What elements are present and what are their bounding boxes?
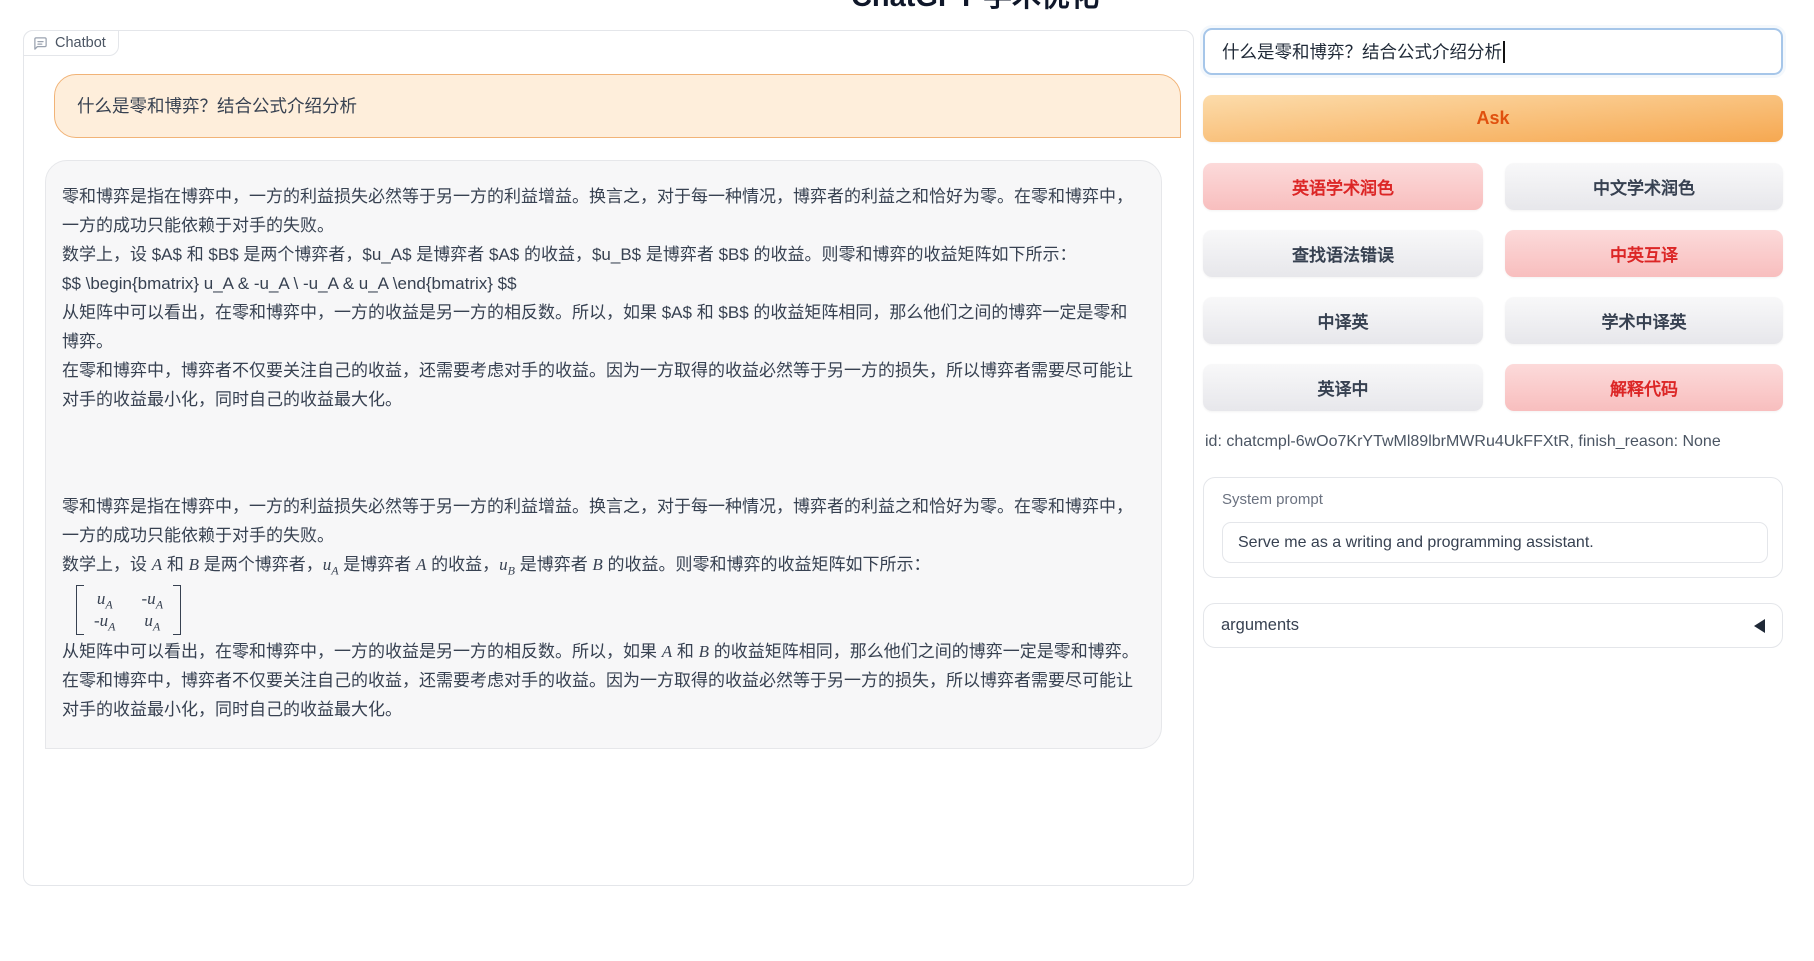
chat-bubble-icon xyxy=(33,36,48,51)
bot-raw-paragraph: 零和博弈是指在博弈中，一方的利益损失必然等于另一方的利益增益。换言之，对于每一种… xyxy=(62,182,1143,240)
bot-raw-formula: $$ \begin{bmatrix} u_A & -u_A \ -u_A & u… xyxy=(62,269,1143,298)
prompt-input[interactable]: 什么是零和博弈？结合公式介绍分析 xyxy=(1203,28,1783,75)
bot-raw-paragraph: 从矩阵中可以看出，在零和博弈中，一方的收益是另一方的相反数。所以，如果 $A$ … xyxy=(62,298,1143,356)
system-prompt-label: System prompt xyxy=(1222,491,1323,508)
ask-button[interactable]: Ask xyxy=(1203,95,1783,142)
matrix-cell: -uA xyxy=(94,611,116,631)
bot-rendered-paragraph: 在零和博弈中，博弈者不仅要关注自己的收益，还需要考虑对手的收益。因为一方取得的收… xyxy=(62,666,1143,724)
chat-message-area[interactable]: 什么是零和博弈？结合公式介绍分析 零和博弈是指在博弈中，一方的利益损失必然等于另… xyxy=(24,31,1193,885)
response-status-line: id: chatcmpl-6wOo7KrYTwMl89lbrMWRu4UkFFX… xyxy=(1205,433,1721,451)
academic-zh-to-en-button[interactable]: 学术中译英 xyxy=(1505,297,1783,344)
matrix-cell: uA xyxy=(142,611,164,631)
matrix-right-bracket xyxy=(173,585,181,635)
bot-message-bubble: 零和博弈是指在博弈中，一方的利益损失必然等于另一方的利益增益。换言之，对于每一种… xyxy=(45,160,1162,749)
explain-code-button[interactable]: 解释代码 xyxy=(1505,364,1783,411)
chatbot-panel: Chatbot 什么是零和博弈？结合公式介绍分析 零和博弈是指在博弈中，一方的利… xyxy=(23,30,1194,886)
prompt-input-value: 什么是零和博弈？结合公式介绍分析 xyxy=(1222,39,1502,64)
zh-to-en-button[interactable]: 中译英 xyxy=(1203,297,1483,344)
system-prompt-input[interactable]: Serve me as a writing and programming as… xyxy=(1222,522,1768,563)
chinese-academic-polish-button[interactable]: 中文学术润色 xyxy=(1505,163,1783,210)
user-message-bubble: 什么是零和博弈？结合公式介绍分析 xyxy=(54,74,1181,138)
system-prompt-value: Serve me as a writing and programming as… xyxy=(1238,534,1594,552)
arguments-accordion-label: arguments xyxy=(1221,616,1299,635)
page-title: ChatGPT 学术优化 xyxy=(760,0,1190,15)
arguments-accordion-header[interactable]: arguments xyxy=(1203,603,1783,648)
chatbot-label-tab: Chatbot xyxy=(23,30,119,56)
chatbot-label: Chatbot xyxy=(55,35,106,51)
zh-en-mutual-translate-button[interactable]: 中英互译 xyxy=(1505,230,1783,277)
text-caret xyxy=(1503,41,1505,63)
english-academic-polish-button[interactable]: 英语学术润色 xyxy=(1203,163,1483,210)
bot-raw-paragraph: 在零和博弈中，博弈者不仅要关注自己的收益，还需要考虑对手的收益。因为一方取得的收… xyxy=(62,356,1143,414)
find-grammar-errors-button[interactable]: 查找语法错误 xyxy=(1203,230,1483,277)
bot-rendered-paragraph: 从矩阵中可以看出，在零和博弈中，一方的收益是另一方的相反数。所以，如果 A 和 … xyxy=(62,637,1143,666)
en-to-zh-button[interactable]: 英译中 xyxy=(1203,364,1483,411)
bot-raw-paragraph: 数学上，设 $A$ 和 $B$ 是两个博弈者，$u_A$ 是博弈者 $A$ 的收… xyxy=(62,240,1143,269)
matrix-left-bracket xyxy=(76,585,84,635)
matrix-cell: -uA xyxy=(142,589,164,609)
matrix-cell: uA xyxy=(94,589,116,609)
page-root: ChatGPT 学术优化 Chatbot 什么是零和博弈？结合公式介绍分析 零和… xyxy=(0,0,1814,961)
paragraph-gap xyxy=(62,414,1143,492)
collapse-arrow-icon xyxy=(1754,619,1765,633)
bot-rendered-paragraph: 零和博弈是指在博弈中，一方的利益损失必然等于另一方的利益增益。换言之，对于每一种… xyxy=(62,492,1143,550)
rendered-matrix: uA -uA -uA uA xyxy=(62,579,1143,637)
user-message-text: 什么是零和博弈？结合公式介绍分析 xyxy=(77,96,357,116)
quick-action-grid: 英语学术润色 中文学术润色 查找语法错误 中英互译 中译英 学术中译英 英译中 … xyxy=(1203,163,1783,411)
bot-rendered-paragraph: 数学上，设 A 和 B 是两个博弈者，uA 是博弈者 A 的收益，uB 是博弈者… xyxy=(62,550,1143,579)
system-prompt-card: System prompt Serve me as a writing and … xyxy=(1203,477,1783,578)
